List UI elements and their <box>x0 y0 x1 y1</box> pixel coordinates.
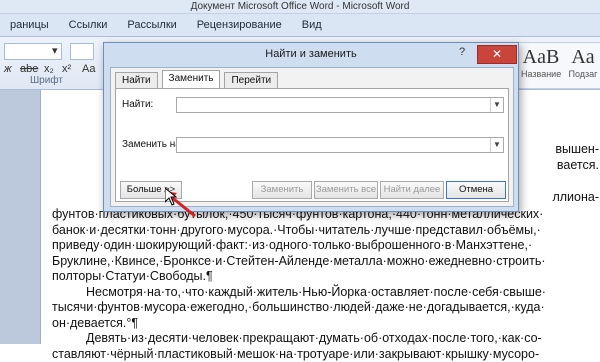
find-input[interactable]: ▼ <box>176 97 504 113</box>
tab-replace[interactable]: Заменить <box>162 70 221 88</box>
ribbon-tab-mailings[interactable]: Рассылки <box>117 19 186 31</box>
doc-fragment-3: ллиона- <box>514 190 599 204</box>
italic-icon[interactable]: ж <box>4 63 12 75</box>
dialog-client: Найти Заменить Перейти Найти: ▼ Заменить… <box>110 67 514 207</box>
font-size-combo[interactable] <box>70 43 94 60</box>
doc-fragment-2: вается. <box>514 158 599 172</box>
strikethrough-icon[interactable]: abe <box>20 63 38 75</box>
style-subtitle-sample: Aa <box>563 45 600 69</box>
replace-label: Заменить на: <box>122 139 184 150</box>
help-icon[interactable]: ? <box>459 46 465 58</box>
style-subtitle[interactable]: Aa Подзаг <box>563 45 600 83</box>
style-title-sample: AaB <box>521 45 561 69</box>
ribbon-tab-references[interactable]: Ссылки <box>59 19 118 31</box>
replace-all-button[interactable]: Заменить все <box>314 181 378 199</box>
find-label: Найти: <box>122 99 153 110</box>
chevron-down-icon[interactable]: ▾ <box>52 44 58 57</box>
font-group-label: Шрифт <box>30 75 63 86</box>
doc-line: приведу·один·шокирующий·факт:·из·одного·… <box>52 238 562 254</box>
tab-find[interactable]: Найти <box>115 72 158 88</box>
replace-input[interactable]: ▼ <box>176 137 504 153</box>
doc-line: ставляют·чёрный·пластиковый·мешок·на·тро… <box>52 347 562 362</box>
chevron-down-icon[interactable]: ▼ <box>490 138 503 152</box>
doc-fragment-1: вышен- <box>514 142 599 156</box>
tab-goto[interactable]: Перейти <box>224 72 278 88</box>
document-text[interactable]: фунтов·пластиковых·бутылок,·450·тысяч·фу… <box>52 207 562 362</box>
cancel-button[interactable]: Отмена <box>446 181 506 199</box>
style-subtitle-name: Подзаг <box>563 69 600 79</box>
superscript-icon[interactable]: x² <box>62 63 71 75</box>
ribbon-tab-review[interactable]: Рецензирование <box>187 19 292 31</box>
doc-line: полторы·Статуи·Свободы.¶ <box>52 269 562 285</box>
doc-line: Несмотря·на·то,·что·каждый·житель·Нью-Йо… <box>52 285 562 301</box>
ribbon-tab-view[interactable]: Вид <box>292 19 332 31</box>
doc-line: он·девается.°¶ <box>52 316 562 332</box>
style-title-name: Название <box>521 69 561 79</box>
find-replace-dialog: Найти и заменить ? ✕ Найти Заменить Пере… <box>103 42 519 212</box>
doc-line: тысячи·фунтов·мусора·ежегодно,·большинст… <box>52 300 562 316</box>
window-title: Документ Microsoft Office Word - Microso… <box>0 0 600 14</box>
doc-line: Бруклине,·Квинсе,·Бронксе·и·Стейтен-Айле… <box>52 254 562 270</box>
ribbon-tab-page-layout[interactable]: раницы <box>0 19 59 31</box>
doc-line: Девять·из·десяти·человек·прекращают·дума… <box>52 331 562 347</box>
style-title[interactable]: AaB Название <box>521 45 561 83</box>
styles-gallery[interactable]: AaB Название Aa Подзаг <box>518 42 600 89</box>
ribbon-tabs: раницы Ссылки Рассылки Рецензирование Ви… <box>0 14 600 37</box>
doc-line: банок·и·десятки·тонн·другого·мусора.·Что… <box>52 223 562 239</box>
chevron-down-icon[interactable]: ▼ <box>490 98 503 112</box>
close-icon[interactable]: ✕ <box>477 45 517 64</box>
mouse-cursor-icon <box>165 188 177 206</box>
find-next-button[interactable]: Найти далее <box>380 181 444 199</box>
replace-panel: Найти: ▼ Заменить на: ▼ Больше >> Замени… <box>115 88 509 202</box>
change-case-icon[interactable]: Aa <box>82 63 95 75</box>
dialog-title: Найти и заменить <box>104 43 518 65</box>
replace-button[interactable]: Заменить <box>252 181 312 199</box>
subscript-icon[interactable]: x₂ <box>44 63 54 75</box>
dialog-tabs: Найти Заменить Перейти <box>111 72 278 88</box>
